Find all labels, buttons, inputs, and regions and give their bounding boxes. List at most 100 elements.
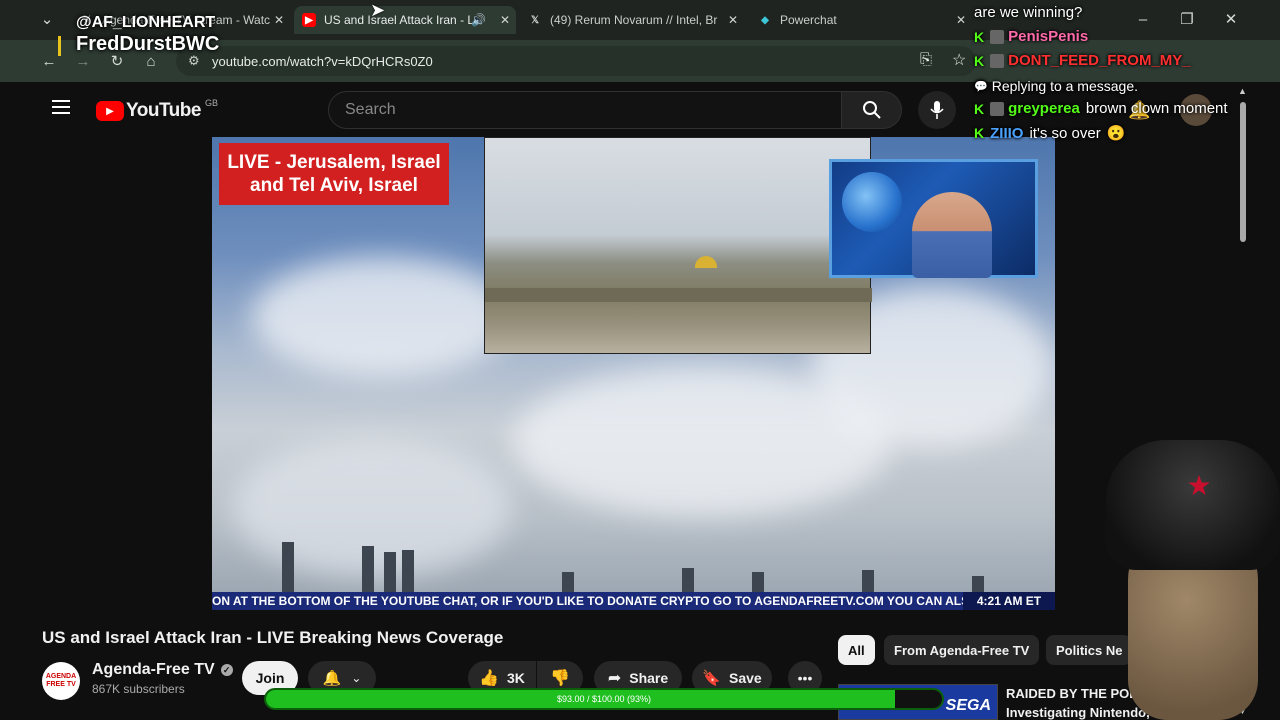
youtube-icon: ▶ — [302, 13, 316, 27]
news-ticker: ON AT THE BOTTOM OF THE YOUTUBE CHAT, OR… — [212, 592, 1055, 610]
chat-username: greyperea — [1008, 100, 1080, 117]
user-badge-icon — [990, 53, 1005, 68]
region-code: GB — [204, 98, 218, 108]
speaker-icon[interactable]: 🔊 — [471, 13, 486, 27]
building-shape — [682, 568, 694, 592]
chat-message: are we winning? — [974, 4, 1082, 21]
back-arrow-icon[interactable]: ← — [38, 50, 60, 72]
share-label: Share — [629, 670, 669, 686]
tab-2[interactable]: 𝕏 (49) Rerum Novarum // Intel, Br ✕ — [520, 6, 744, 34]
building-shape — [384, 552, 396, 592]
kick-badge-icon: K — [974, 28, 985, 45]
chat-reply-note: 💬 Replying to a message. — [974, 78, 1138, 94]
join-label: Join — [255, 670, 285, 686]
city-wall-shape — [485, 288, 872, 302]
overlay-accent-bar — [58, 36, 61, 56]
chip-all-label: All — [848, 642, 865, 658]
chat-message: K ZIIIO it's so over 😮 — [974, 124, 1126, 143]
install-app-icon[interactable]: ⎘ — [920, 51, 932, 68]
close-icon[interactable]: ✕ — [500, 13, 510, 27]
thumbs-up-icon: 👍 — [479, 670, 499, 687]
scroll-up-arrow-icon[interactable]: ▲ — [1238, 86, 1247, 96]
tab-2-label: (49) Rerum Novarum // Intel, Br — [550, 13, 718, 27]
minimize-icon[interactable]: – — [1132, 8, 1154, 30]
chat-username: DONT_FEED_FROM_MY_ — [1008, 52, 1191, 69]
dome-shape — [695, 256, 717, 268]
microphone-icon — [930, 101, 944, 119]
thumbnail-text: SEGA — [945, 697, 991, 714]
youtube-logo-text: YouTube — [126, 100, 201, 121]
ticker-text: ON AT THE BOTTOM OF THE YOUTUBE CHAT, OR… — [212, 594, 979, 608]
globe-graphic — [842, 172, 902, 232]
overlay-handle: @AF_LIONHEART — [76, 14, 216, 31]
cloud-shape — [252, 257, 512, 377]
search-button[interactable] — [842, 91, 902, 129]
live-location-banner: LIVE - Jerusalem, Israel and Tel Aviv, I… — [219, 143, 449, 205]
youtube-play-icon: ▶ — [96, 101, 124, 121]
chat-text: it's so over — [1029, 124, 1101, 142]
host-webcam-feed — [829, 159, 1038, 278]
like-count: 3K — [507, 670, 525, 686]
chip-from-channel[interactable]: From Agenda-Free TV — [884, 635, 1040, 665]
live-banner-line2: and Tel Aviv, Israel — [250, 175, 418, 196]
window-close-icon[interactable]: ✕ — [1220, 8, 1242, 30]
video-player[interactable]: LIVE - Jerusalem, Israel and Tel Aviv, I… — [212, 137, 1055, 610]
chevron-down-icon: ⌄ — [351, 671, 362, 685]
tab-3[interactable]: ◆ Powerchat ✕ — [750, 6, 972, 34]
powerchat-icon: ◆ — [761, 14, 769, 26]
building-shape — [562, 572, 574, 592]
youtube-logo[interactable]: ▶ YouTube GB — [96, 98, 218, 122]
donation-goal-progress: $93.00 / $100.00 (93%) — [264, 688, 944, 710]
donation-progress-text: $93.00 / $100.00 (93%) — [556, 694, 652, 704]
building-shape — [402, 550, 414, 592]
close-icon[interactable]: ✕ — [728, 13, 738, 27]
chat-username: PenisPenis — [1008, 28, 1089, 45]
voice-search-button[interactable] — [918, 91, 956, 129]
kick-badge-icon: K — [974, 52, 985, 69]
ushanka-hat: ★ — [1106, 440, 1280, 570]
ticker-time: 4:21 AM ET — [963, 592, 1055, 610]
search-icon — [862, 101, 881, 119]
chat-message: K PenisPenis — [974, 28, 1094, 45]
close-icon[interactable]: ✕ — [274, 13, 284, 27]
channel-avatar-text: AGENDA FREE TV — [45, 673, 77, 688]
share-arrow-icon: ➦ — [607, 670, 622, 687]
kick-badge-icon: K — [974, 100, 985, 117]
search-input[interactable]: Search — [328, 91, 842, 129]
address-bar[interactable]: ⚙ youtube.com/watch?v=kDQrHCRs0Z0 ⎘ ☆ — [176, 46, 976, 76]
subscriber-count: 867K subscribers — [92, 682, 185, 696]
building-shape — [972, 576, 984, 592]
page-scrollbar-thumb[interactable] — [1240, 102, 1246, 242]
more-horizontal-icon: ••• — [797, 670, 813, 686]
save-bookmark-icon: 🔖 — [702, 670, 721, 687]
chip-from-channel-label: From Agenda-Free TV — [894, 642, 1030, 658]
bookmark-star-icon[interactable]: ☆ — [952, 50, 966, 70]
user-badge-icon — [990, 101, 1005, 116]
chat-username: ZIIIO — [990, 124, 1024, 142]
mouse-cursor-icon: ➤ — [370, 0, 386, 20]
chat-message: K DONT_FEED_FROM_MY_ — [974, 52, 1197, 69]
live-banner-line1: LIVE - Jerusalem, Israel — [227, 152, 441, 173]
emote-icon: 😮 — [1106, 125, 1126, 142]
chat-text: Replying to a message. — [991, 78, 1139, 94]
restore-icon[interactable]: ❐ — [1176, 8, 1198, 30]
potato-mascot-overlay: ★ — [1106, 440, 1280, 720]
red-star-icon: ★ — [1186, 469, 1212, 501]
close-icon[interactable]: ✕ — [956, 13, 966, 27]
tab-search-chevron-icon[interactable]: ⌄ — [36, 8, 58, 30]
x-icon: 𝕏 — [530, 14, 540, 26]
building-shape — [282, 542, 294, 592]
chip-all[interactable]: All — [838, 635, 875, 665]
channel-name: Agenda-Free TV — [92, 661, 215, 678]
overlay-name: FredDurstBWC — [76, 33, 220, 55]
thumbs-down-icon: 👎 — [550, 670, 570, 687]
chat-text: are we winning? — [974, 4, 1083, 21]
url-text: youtube.com/watch?v=kDQrHCRs0Z0 — [212, 53, 433, 69]
hamburger-menu-icon[interactable] — [52, 100, 70, 114]
channel-avatar[interactable]: AGENDA FREE TV — [42, 662, 80, 700]
tab-1[interactable]: ▶ US and Israel Attack Iran - L 🔊 ✕ — [294, 6, 516, 34]
channel-name-row[interactable]: Agenda-Free TV ✓ — [92, 661, 233, 679]
host-figure — [912, 192, 992, 278]
building-shape — [752, 572, 764, 592]
chat-text: brown clown moment — [1085, 100, 1228, 117]
